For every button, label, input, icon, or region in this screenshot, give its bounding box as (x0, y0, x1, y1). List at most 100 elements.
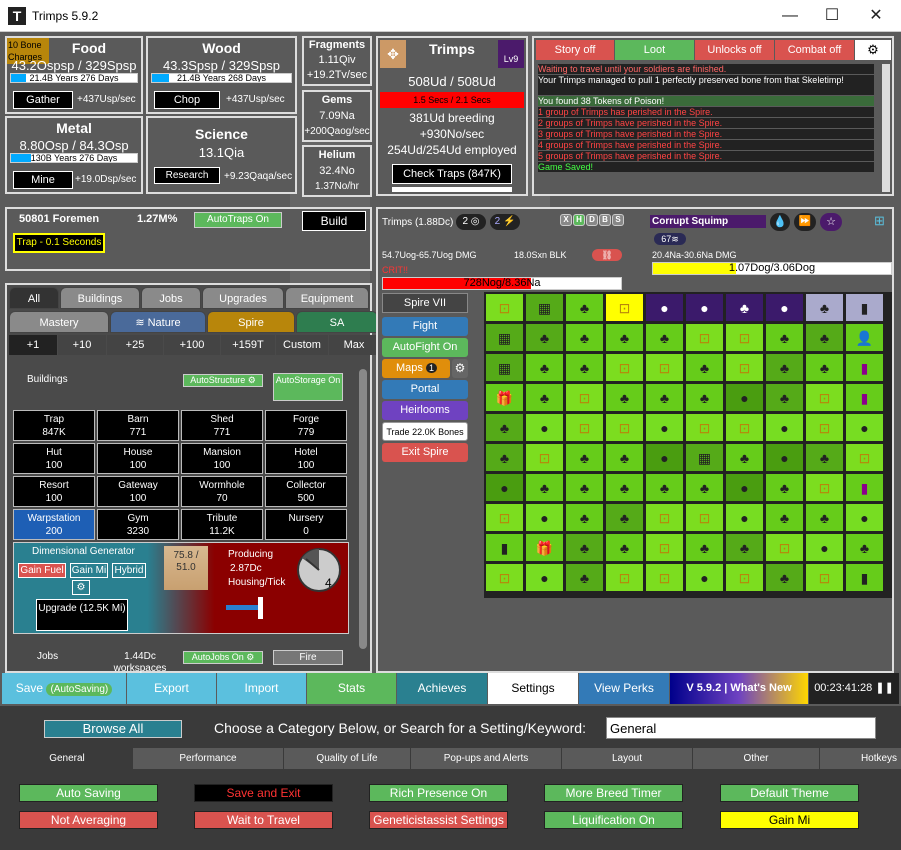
autostructure-toggle[interactable]: AutoStructure ⚙ (183, 374, 263, 387)
map-cell[interactable]: ⊡ (605, 353, 644, 382)
map-cell[interactable]: ⊡ (485, 563, 524, 592)
view-perks-button[interactable]: View Perks (579, 673, 669, 704)
tab-mastery[interactable]: Mastery (9, 311, 109, 333)
setting-row1-3[interactable]: More Breed Timer (544, 784, 683, 802)
map-cell[interactable]: ⊡ (725, 353, 764, 382)
map-cell[interactable]: ♣ (525, 323, 564, 352)
map-cell[interactable]: ▮ (845, 383, 884, 412)
amount-4[interactable]: +159T (221, 335, 275, 355)
gather-button[interactable]: Gather (13, 91, 73, 109)
building-gym[interactable]: Gym 3230 (97, 509, 179, 540)
perk-letter-x[interactable]: X (560, 214, 572, 226)
building-wormhole[interactable]: Wormhole 70 (181, 476, 263, 507)
map-cell[interactable]: ● (805, 533, 844, 562)
map-cell[interactable]: ♣ (685, 383, 724, 412)
map-cell[interactable]: ♣ (525, 353, 564, 382)
exit-spire-button[interactable]: Exit Spire (382, 443, 468, 462)
map-cell[interactable]: ⊡ (805, 473, 844, 502)
map-cell[interactable]: ⊡ (645, 563, 684, 592)
map-cell[interactable]: ♣ (765, 563, 804, 592)
setting-row2-4[interactable]: Gain Mi (720, 811, 859, 829)
map-cell[interactable]: ♣ (685, 473, 724, 502)
settings-category-1[interactable]: Performance (133, 748, 283, 769)
minimize-icon[interactable]: — (770, 4, 810, 28)
map-cell[interactable]: ♣ (565, 473, 604, 502)
map-cell[interactable]: ♣ (805, 353, 844, 382)
map-cell[interactable]: ♣ (645, 323, 684, 352)
map-cell[interactable]: ⊡ (565, 413, 604, 442)
loot-toggle[interactable]: Loot (615, 40, 694, 60)
map-cell[interactable]: ▮ (845, 353, 884, 382)
map-cell[interactable]: ● (765, 293, 804, 322)
version-button[interactable]: V 5.9.2 | What's New (670, 673, 808, 704)
map-cell[interactable]: ● (525, 503, 564, 532)
map-cell[interactable]: ⊡ (725, 413, 764, 442)
map-cell[interactable]: ♣ (565, 533, 604, 562)
map-cell[interactable]: ♣ (765, 353, 804, 382)
dg-gear-icon[interactable]: ⚙ (72, 580, 90, 595)
map-cell[interactable]: ♣ (485, 443, 524, 472)
settings-button[interactable]: Settings (488, 673, 578, 704)
map-cell[interactable]: ▦ (525, 293, 564, 322)
building-nursery[interactable]: Nursery 0 (265, 509, 347, 540)
star-icon[interactable]: ☆ (820, 213, 842, 231)
setting-row2-0[interactable]: Not Averaging (19, 811, 158, 829)
map-cell[interactable]: ⊡ (605, 413, 644, 442)
map-cell[interactable]: ♣ (605, 533, 644, 562)
map-cell[interactable]: ⊡ (685, 503, 724, 532)
building-barn[interactable]: Barn 771 (97, 410, 179, 441)
map-cell[interactable]: ⊡ (805, 383, 844, 412)
shield-badge[interactable]: 2 ◎ (456, 214, 486, 230)
map-cell[interactable]: ⊡ (685, 323, 724, 352)
amount-2[interactable]: +25 (107, 335, 163, 355)
map-cell[interactable]: 🎁 (525, 533, 564, 562)
map-cell[interactable]: ♣ (805, 293, 844, 322)
map-cell[interactable]: ⊡ (485, 293, 524, 322)
stats-button[interactable]: Stats (307, 673, 396, 704)
autostructure-gear-icon[interactable]: ⚙ (248, 375, 256, 385)
settings-category-2[interactable]: Quality of Life (284, 748, 410, 769)
setting-row1-4[interactable]: Default Theme (720, 784, 859, 802)
map-cell[interactable]: ♣ (725, 443, 764, 472)
map-cell[interactable]: ♣ (725, 533, 764, 562)
amount-3[interactable]: +100 (164, 335, 220, 355)
map-cell[interactable]: ⊡ (485, 503, 524, 532)
map-cell[interactable]: ⊡ (525, 443, 564, 472)
map-cell[interactable]: ♣ (645, 383, 684, 412)
map-cell[interactable]: ♣ (765, 503, 804, 532)
gain-fuel-button[interactable]: Gain Fuel (18, 563, 66, 578)
map-cell[interactable]: ● (645, 413, 684, 442)
map-cell[interactable]: ● (685, 293, 724, 322)
story-toggle[interactable]: Story off (536, 40, 614, 60)
autojobs-gear-icon[interactable]: ⚙ (246, 652, 254, 662)
map-cell[interactable]: ♣ (685, 353, 724, 382)
amount-0[interactable]: +1 (9, 335, 57, 355)
map-cell[interactable]: ⊡ (765, 533, 804, 562)
research-button[interactable]: Research (154, 167, 220, 184)
perk-letter-d[interactable]: D (586, 214, 598, 226)
map-cell[interactable]: ⊡ (645, 533, 684, 562)
portal-button[interactable]: Portal (382, 380, 468, 399)
map-cell[interactable]: ⊡ (725, 323, 764, 352)
tab-spire[interactable]: Spire (207, 311, 295, 333)
building-house[interactable]: House 100 (97, 443, 179, 474)
amount-1[interactable]: +10 (58, 335, 106, 355)
setting-row2-3[interactable]: Liquification On (544, 811, 683, 829)
perk-letter-s[interactable]: S (612, 214, 624, 226)
map-cell[interactable]: ⊡ (685, 413, 724, 442)
dg-upgrade-button[interactable]: Upgrade (12.5K Mi) (36, 599, 128, 631)
setting-row1-1[interactable]: Save and Exit (194, 784, 333, 802)
log-settings-gear-icon[interactable]: ⚙ (855, 40, 891, 60)
building-warpstation[interactable]: Warpstation 200 (13, 509, 95, 540)
building-collector[interactable]: Collector 500 (265, 476, 347, 507)
settings-category-0[interactable]: General (2, 748, 132, 769)
tab-equipment[interactable]: Equipment (285, 287, 369, 309)
autostorage-toggle[interactable]: AutoStorage On (273, 373, 343, 401)
map-cell[interactable]: ♣ (565, 503, 604, 532)
build-button[interactable]: Build (302, 211, 366, 231)
tab-jobs[interactable]: Jobs (141, 287, 201, 309)
map-cell[interactable]: ▮ (845, 563, 884, 592)
map-cell[interactable]: ⊡ (565, 383, 604, 412)
map-cell[interactable]: ♣ (725, 293, 764, 322)
settings-category-3[interactable]: Pop-ups and Alerts (411, 748, 561, 769)
